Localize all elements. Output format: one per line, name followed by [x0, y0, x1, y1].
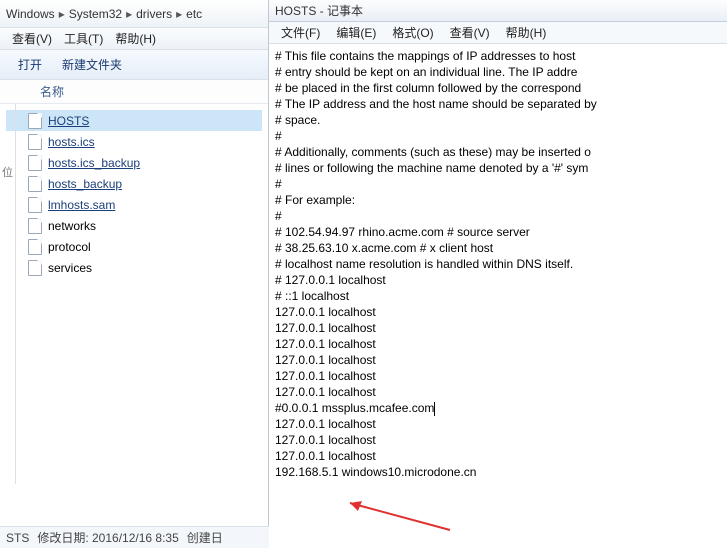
file-name: services [48, 261, 92, 275]
text-line: # ::1 localhost [275, 288, 721, 304]
menu-view[interactable]: 查看(V) [6, 30, 58, 47]
file-icon [28, 134, 42, 150]
nav-pane-label: 位 [0, 104, 15, 180]
notepad-window: HOSTS - 记事本 文件(F) 编辑(E) 格式(O) 查看(V) 帮助(H… [269, 0, 727, 548]
status-mid: 修改日期: 2016/12/16 8:35 [37, 529, 178, 546]
text-line: 127.0.0.1 localhost [275, 352, 721, 368]
status-right: 创建日 [187, 529, 223, 546]
file-item[interactable]: hosts_backup [6, 173, 262, 194]
notepad-title: HOSTS - 记事本 [269, 0, 727, 22]
explorer-window: Windows▸ System32▸ drivers▸ etc 查看(V) 工具… [0, 0, 269, 548]
file-item[interactable]: lmhosts.sam [6, 194, 262, 215]
file-item[interactable]: hosts.ics_backup [6, 152, 262, 173]
text-line: # This file contains the mappings of IP … [275, 48, 721, 64]
text-line: 127.0.0.1 localhost [275, 432, 721, 448]
file-icon [28, 155, 42, 171]
menu-view[interactable]: 查看(V) [442, 24, 498, 41]
menu-help[interactable]: 帮助(H) [109, 30, 162, 47]
breadcrumb[interactable]: Windows▸ System32▸ drivers▸ etc [0, 0, 268, 28]
file-name: hosts.ics [48, 135, 95, 149]
breadcrumb-item[interactable]: etc [184, 7, 204, 21]
text-line: # [275, 208, 721, 224]
breadcrumb-item[interactable]: System32 [67, 7, 124, 21]
text-line: 127.0.0.1 localhost [275, 384, 721, 400]
text-line: 127.0.0.1 localhost [275, 320, 721, 336]
menu-file[interactable]: 文件(F) [273, 24, 328, 41]
text-line: # localhost name resolution is handled w… [275, 256, 721, 272]
new-folder-button[interactable]: 新建文件夹 [52, 56, 132, 73]
file-name: HOSTS [48, 114, 89, 128]
file-item[interactable]: protocol [6, 236, 262, 257]
text-line: # The IP address and the host name shoul… [275, 96, 721, 112]
text-line: 192.168.5.1 windows10.microdone.cn [275, 464, 721, 480]
notepad-menubar: 文件(F) 编辑(E) 格式(O) 查看(V) 帮助(H) [269, 22, 727, 44]
file-item[interactable]: networks [6, 215, 262, 236]
menu-tools[interactable]: 工具(T) [58, 30, 109, 47]
file-icon [28, 218, 42, 234]
text-line: # entry should be kept on an individual … [275, 64, 721, 80]
text-line: 127.0.0.1 localhost [275, 448, 721, 464]
text-caret [434, 402, 435, 416]
file-icon [28, 176, 42, 192]
text-line: # 127.0.0.1 localhost [275, 272, 721, 288]
file-icon [28, 197, 42, 213]
file-icon [28, 260, 42, 276]
menu-format[interactable]: 格式(O) [384, 24, 441, 41]
chevron-right-icon: ▸ [124, 7, 134, 21]
text-line: 127.0.0.1 localhost [275, 336, 721, 352]
text-line: # lines or following the machine name de… [275, 160, 721, 176]
text-line: 127.0.0.1 localhost [275, 304, 721, 320]
text-line: 127.0.0.1 localhost [275, 368, 721, 384]
open-button[interactable]: 打开 [8, 56, 52, 73]
file-item[interactable]: hosts.ics [6, 131, 262, 152]
text-line: # 102.54.94.97 rhino.acme.com # source s… [275, 224, 721, 240]
text-line: # [275, 128, 721, 144]
file-name: networks [48, 219, 96, 233]
text-editor[interactable]: # This file contains the mappings of IP … [269, 44, 727, 548]
file-item[interactable]: HOSTS [6, 110, 262, 131]
text-line: #0.0.0.1 mssplus.mcafee.com [275, 400, 721, 416]
file-list: HOSTS hosts.ics hosts.ics_backup hosts_back… [0, 104, 268, 284]
chevron-right-icon: ▸ [174, 7, 184, 21]
nav-pane-edge: 位 [0, 104, 16, 484]
file-name: hosts.ics_backup [48, 156, 140, 170]
file-icon [28, 113, 42, 129]
menu-help[interactable]: 帮助(H) [498, 24, 555, 41]
text-line: # Additionally, comments (such as these)… [275, 144, 721, 160]
file-item[interactable]: services [6, 257, 262, 278]
column-header-name[interactable]: 名称 [0, 80, 268, 104]
text-line: # For example: [275, 192, 721, 208]
file-name: protocol [48, 240, 91, 254]
text-line: 127.0.0.1 localhost [275, 416, 721, 432]
file-name: lmhosts.sam [48, 198, 115, 212]
breadcrumb-item[interactable]: drivers [134, 7, 174, 21]
statusbar: STS 修改日期: 2016/12/16 8:35 创建日 [0, 526, 269, 548]
chevron-right-icon: ▸ [57, 7, 67, 21]
text-line: # be placed in the first column followed… [275, 80, 721, 96]
explorer-menubar: 查看(V) 工具(T) 帮助(H) [0, 28, 268, 50]
breadcrumb-item[interactable]: Windows [4, 7, 57, 21]
menu-edit[interactable]: 编辑(E) [328, 24, 384, 41]
text-line: # space. [275, 112, 721, 128]
status-left: STS [6, 531, 29, 545]
explorer-toolbar: 打开 新建文件夹 [0, 50, 268, 80]
text-line: # [275, 176, 721, 192]
text-line: # 38.25.63.10 x.acme.com # x client host [275, 240, 721, 256]
file-icon [28, 239, 42, 255]
file-name: hosts_backup [48, 177, 122, 191]
